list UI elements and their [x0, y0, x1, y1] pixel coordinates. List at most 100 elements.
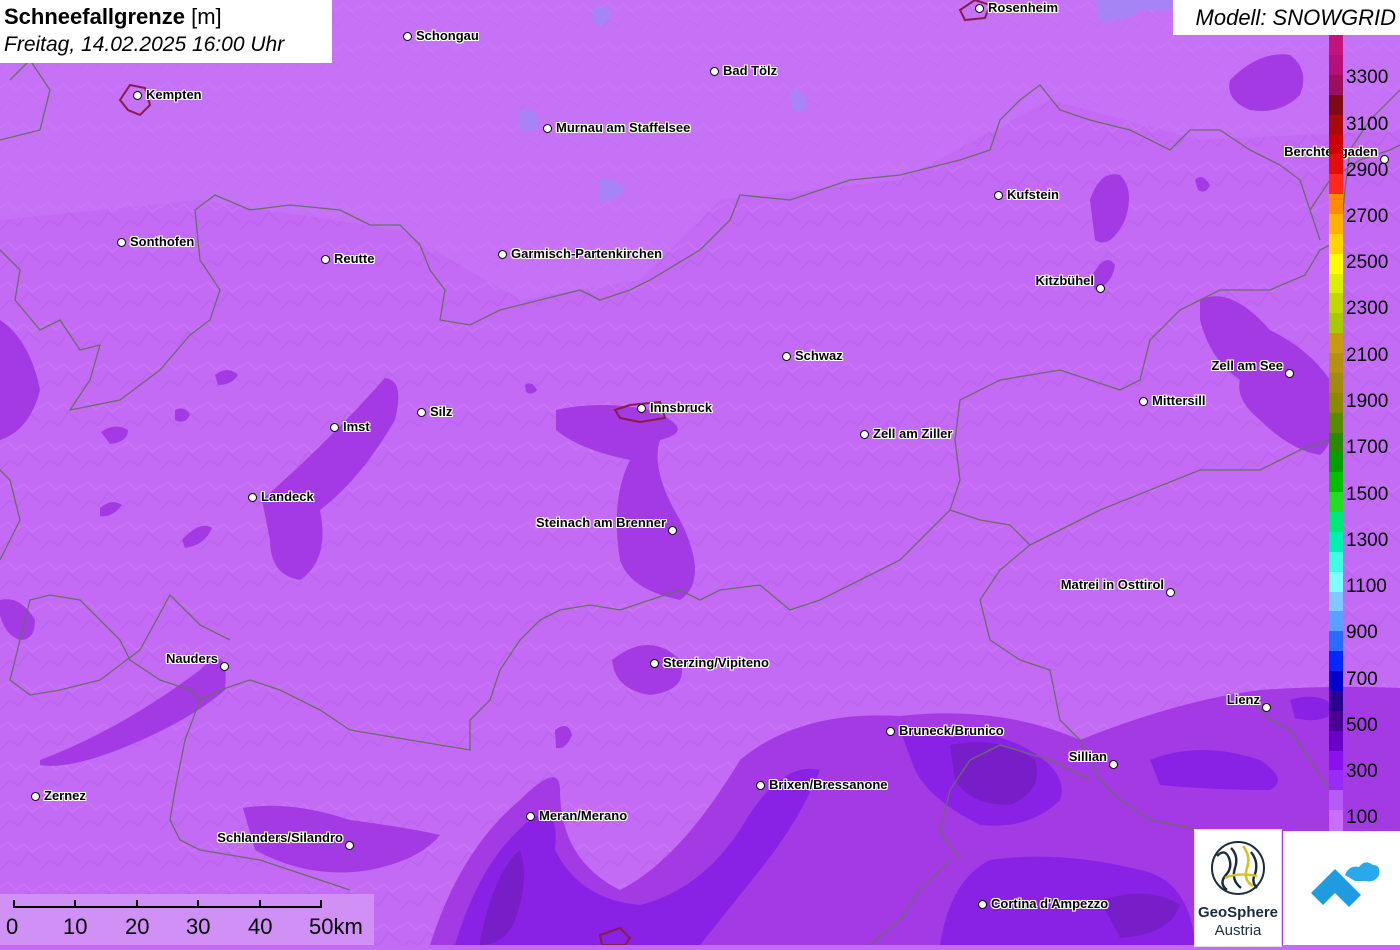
city-label[interactable]: Rosenheim [988, 0, 1058, 15]
city-marker[interactable] [994, 191, 1003, 200]
mountain-cloud-icon [1311, 862, 1380, 907]
city-label[interactable]: Zell am Ziller [873, 426, 952, 441]
city-marker[interactable] [1109, 760, 1118, 769]
legend-label: 2500 [1346, 252, 1389, 273]
city-label[interactable]: Murnau am Staffelsee [556, 120, 690, 135]
city-label[interactable]: Meran/Merano [539, 808, 627, 823]
city-marker[interactable] [133, 91, 142, 100]
model-panel: Modell: SNOWGRID [1173, 0, 1400, 35]
snowgrid-logo[interactable] [1283, 831, 1400, 945]
scale-label: 30 [186, 914, 211, 939]
geosphere-country: Austria [1214, 922, 1262, 939]
legend-color-step [1329, 571, 1343, 592]
city-label[interactable]: Schlanders/Silandro [217, 830, 343, 845]
city-marker[interactable] [1285, 369, 1294, 378]
legend-color-step [1329, 253, 1343, 274]
city-marker[interactable] [1166, 588, 1175, 597]
city-marker[interactable] [220, 662, 229, 671]
city-label[interactable]: Silz [430, 404, 452, 419]
legend-label: 2100 [1346, 345, 1389, 366]
legend-color-step [1329, 631, 1343, 652]
city-marker[interactable] [403, 32, 412, 41]
legend-label: 900 [1346, 622, 1378, 643]
city-label[interactable]: Cortina d'Ampezzo [991, 896, 1108, 911]
geosphere-logo[interactable]: GeoSphere Austria [1194, 829, 1282, 947]
city-label[interactable]: Steinach am Brenner [536, 515, 666, 530]
city-label[interactable]: Sonthofen [130, 234, 194, 249]
city-marker[interactable] [650, 659, 659, 668]
scale-label: 10 [63, 914, 88, 939]
city-marker[interactable] [756, 781, 765, 790]
city-marker[interactable] [975, 4, 984, 13]
city-label[interactable]: Zell am See [1211, 358, 1283, 373]
city-label[interactable]: Reutte [334, 251, 374, 266]
legend-color-step [1329, 651, 1343, 672]
legend-color-step [1329, 74, 1343, 96]
legend-color-step [1329, 472, 1343, 493]
city-marker[interactable] [668, 526, 677, 535]
city-label[interactable]: Landeck [261, 489, 314, 504]
city-marker[interactable] [330, 423, 339, 432]
city-label[interactable]: Garmisch-Partenkirchen [511, 246, 662, 261]
city-marker[interactable] [1139, 397, 1148, 406]
city-marker[interactable] [978, 900, 987, 909]
city-marker[interactable] [860, 430, 869, 439]
title-panel: Schneefallgrenze [m] Freitag, 14.02.2025… [0, 0, 332, 63]
city-label[interactable]: Kufstein [1007, 187, 1059, 202]
city-marker[interactable] [637, 404, 646, 413]
city-marker[interactable] [886, 727, 895, 736]
city-label[interactable]: Schongau [416, 28, 479, 43]
city-marker[interactable] [417, 408, 426, 417]
city-label[interactable]: Kempten [146, 87, 202, 102]
city-label[interactable]: Matrei in Osttirol [1061, 577, 1164, 592]
forecast-datetime: Freitag, 14.02.2025 16:00 Uhr [4, 33, 285, 56]
city-marker[interactable] [31, 792, 40, 801]
city-label[interactable]: Sillian [1069, 749, 1107, 764]
city-marker[interactable] [345, 841, 354, 850]
scale-tick [259, 900, 261, 908]
color-legend: 3300 3100 2900 2700 2500 2300 2100 1900 1700 1500… [1329, 35, 1400, 831]
city-marker[interactable] [710, 67, 719, 76]
city-label[interactable]: Kitzbühel [1036, 273, 1095, 288]
city-label[interactable]: Imst [343, 419, 370, 434]
city-label[interactable]: Mittersill [1152, 393, 1205, 408]
legend-color-step [1329, 810, 1343, 831]
legend-color-step [1329, 671, 1343, 692]
legend-color-step [1329, 730, 1343, 751]
legend-label: 3300 [1346, 67, 1389, 88]
scale-tick [74, 900, 76, 908]
legend-color-step [1329, 452, 1343, 473]
city-label[interactable]: Schwaz [795, 348, 843, 363]
city-marker[interactable] [782, 352, 791, 361]
city-label[interactable]: Zernez [44, 788, 86, 803]
city-marker[interactable] [1262, 703, 1271, 712]
snowfall-map[interactable] [0, 0, 1400, 945]
city-marker[interactable] [1096, 284, 1105, 293]
city-marker[interactable] [526, 812, 535, 821]
city-label[interactable]: Innsbruck [650, 400, 712, 415]
legend-color-step [1329, 194, 1343, 215]
legend-label: 2700 [1346, 206, 1389, 227]
city-marker[interactable] [248, 493, 257, 502]
city-marker[interactable] [543, 124, 552, 133]
city-label[interactable]: Brixen/Bressanone [769, 777, 888, 792]
legend-color-step [1329, 174, 1343, 195]
legend-color-step [1329, 531, 1343, 553]
legend-color-step [1329, 154, 1343, 175]
legend-color-step [1329, 432, 1343, 453]
legend-color-step [1329, 54, 1343, 76]
city-label[interactable]: Sterzing/Vipiteno [663, 655, 769, 670]
city-marker[interactable] [117, 238, 126, 247]
scale-tick [197, 900, 199, 908]
city-marker[interactable] [321, 255, 330, 264]
city-label[interactable]: Bad Tölz [723, 63, 777, 78]
city-label[interactable]: Bruneck/Brunico [899, 723, 1004, 738]
legend-label: 700 [1346, 669, 1378, 690]
legend-color-step [1329, 551, 1343, 573]
city-marker[interactable] [498, 250, 507, 259]
legend-color-step [1329, 353, 1343, 374]
city-label[interactable]: Nauders [166, 651, 218, 666]
legend-label: 1300 [1346, 530, 1389, 551]
map-title: Schneefallgrenze [m] [4, 4, 222, 30]
city-label[interactable]: Lienz [1227, 692, 1260, 707]
